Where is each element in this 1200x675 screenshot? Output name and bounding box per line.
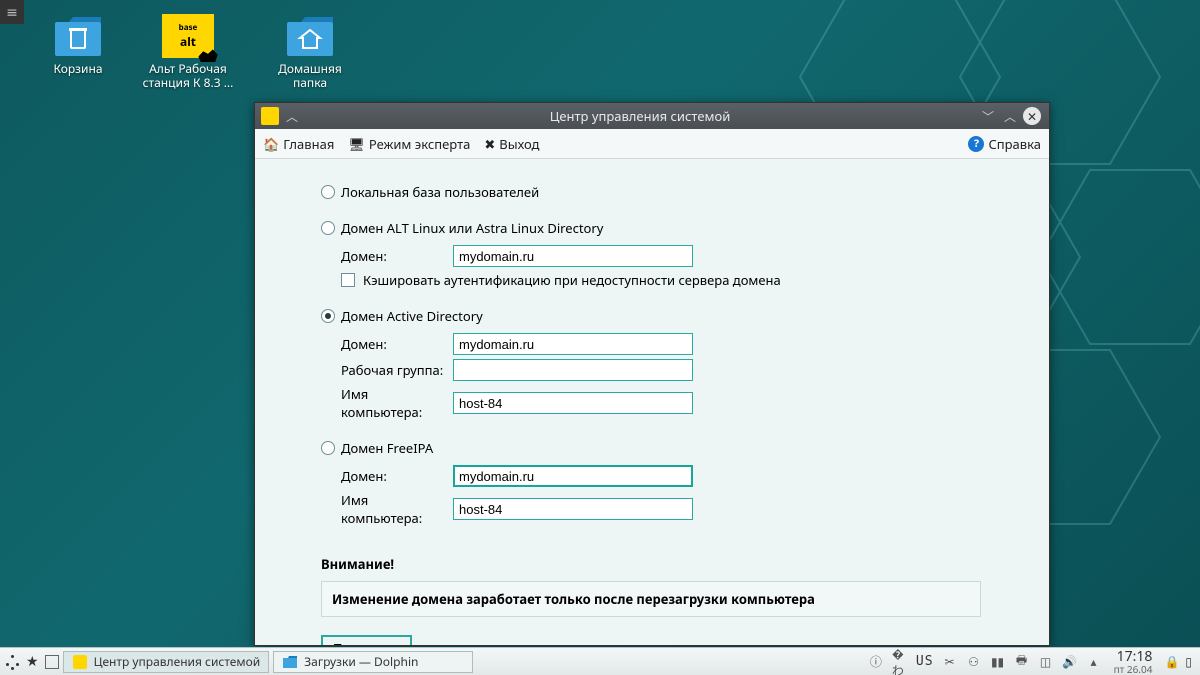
clipboard-icon[interactable]: ✂ — [942, 654, 958, 670]
clock-date: пт 26.04 — [1114, 664, 1153, 674]
radio-altlinux[interactable] — [321, 221, 335, 235]
trash-icon — [52, 14, 104, 58]
toolbar: 🏠 Главная 🖥 Режим эксперта ✖ Выход ? Спр… — [255, 129, 1049, 159]
tray-expand-icon[interactable]: ▴ — [1086, 654, 1102, 670]
monitor-icon: 🖥 — [348, 135, 365, 153]
apply-button[interactable]: Применить — [321, 635, 412, 645]
alt-domain-label: Домен: — [341, 247, 453, 265]
app-icon — [261, 107, 279, 125]
lock-icon[interactable]: 🔒 — [1158, 653, 1185, 670]
help-icon: ? — [968, 136, 984, 152]
battery-icon[interactable]: ▮▮ — [990, 654, 1006, 670]
app-launcher-icon[interactable] — [6, 655, 20, 669]
window-title: Центр управления системой — [303, 107, 977, 125]
desktop-icon-trash[interactable]: Корзина — [28, 14, 128, 76]
ad-workgroup-label: Рабочая группа: — [341, 361, 453, 379]
toolbar-main[interactable]: 🏠 Главная — [263, 135, 334, 153]
task-dolphin[interactable]: Загрузки — Dolphin — [273, 651, 473, 673]
notice-box: Изменение домена заработает только после… — [321, 581, 981, 617]
toolbar-expert-label: Режим эксперта — [369, 135, 471, 153]
close-icon[interactable]: ✕ — [1023, 107, 1041, 125]
desktop-icon-alt[interactable]: basealt Альт Рабочая станция К 8.3 ... — [138, 14, 238, 91]
clock[interactable]: 17:18 пт 26.04 — [1108, 650, 1159, 674]
desktop-icon-home[interactable]: Домашняя папка — [260, 14, 360, 91]
printer-icon[interactable]: 🖶 — [1014, 654, 1030, 670]
peek-desktop[interactable]: ▯ — [1185, 653, 1200, 670]
ad-host-label: Имя компьютера: — [341, 385, 453, 421]
maximize-icon[interactable]: ︿ — [1001, 107, 1019, 125]
radio-freeipa-label: Домен FreeIPA — [341, 439, 433, 457]
trash-label: Корзина — [53, 62, 102, 76]
show-desktop-icon[interactable] — [45, 655, 59, 669]
task-control-center-label: Центр управления системой — [94, 653, 261, 670]
toolbar-exit-label: Выход — [499, 135, 539, 153]
task-control-center[interactable]: Центр управления системой — [63, 651, 270, 673]
alt-label: Альт Рабочая станция К 8.3 ... — [138, 62, 238, 91]
radio-local[interactable] — [321, 185, 335, 199]
home-folder-icon — [284, 14, 336, 58]
ipa-host-label: Имя компьютера: — [341, 491, 453, 527]
system-tray: ⓘ �わ US ✂ ⚇ ▮▮ 🖶 ◫ 🔊 ▴ — [862, 654, 1108, 670]
keyboard-layout[interactable]: US — [916, 654, 934, 669]
favorites-icon[interactable]: ★ — [26, 652, 39, 671]
info-icon[interactable]: ⓘ — [868, 654, 884, 670]
ad-domain-input[interactable] — [453, 333, 693, 355]
attention-label: Внимание! — [321, 555, 1021, 573]
toolbar-help-label: Справка — [988, 135, 1041, 153]
shade-up-icon[interactable]: ︿ — [283, 107, 301, 125]
taskbar: ★ Центр управления системой Загрузки — D… — [0, 647, 1200, 675]
alt-logo-icon: basealt — [162, 14, 214, 58]
home-label: Домашняя папка — [260, 62, 360, 91]
usb-icon[interactable]: �わ — [892, 654, 908, 670]
desktop: ≡ Корзина basealt Альт Рабочая станция К… — [0, 0, 1200, 675]
radio-local-label: Локальная база пользователей — [341, 183, 539, 201]
ad-host-input[interactable] — [453, 392, 693, 414]
ipa-domain-input[interactable] — [453, 465, 693, 487]
ipa-domain-label: Домен: — [341, 467, 453, 485]
home-icon: 🏠 — [263, 135, 279, 153]
toolbar-main-label: Главная — [283, 135, 334, 153]
minimize-icon[interactable]: ﹀ — [979, 107, 997, 125]
panel-menu-button[interactable]: ≡ — [0, 0, 24, 24]
task-dolphin-label: Загрузки — Dolphin — [304, 653, 418, 670]
radio-altlinux-label: Домен ALT Linux или Astra Linux Director… — [341, 219, 603, 237]
folder-icon — [282, 654, 298, 670]
exit-icon: ✖ — [484, 135, 495, 153]
updates-icon[interactable]: ◫ — [1038, 654, 1054, 670]
content-area: Локальная база пользователей Домен ALT L… — [255, 159, 1049, 645]
toolbar-expert[interactable]: 🖥 Режим эксперта — [348, 135, 470, 153]
task-app-icon — [72, 654, 88, 670]
network-icon[interactable]: ⚇ — [966, 654, 982, 670]
cache-auth-label: Кэшировать аутентификацию при недоступно… — [363, 271, 781, 289]
toolbar-help[interactable]: ? Справка — [968, 135, 1041, 153]
volume-icon[interactable]: 🔊 — [1062, 654, 1078, 670]
ad-workgroup-input[interactable] — [453, 359, 693, 381]
cache-auth-checkbox[interactable] — [341, 273, 355, 287]
radio-freeipa[interactable] — [321, 441, 335, 455]
control-center-window: ︿ Центр управления системой ﹀ ︿ ✕ 🏠 Глав… — [254, 102, 1050, 646]
ad-domain-label: Домен: — [341, 335, 453, 353]
toolbar-exit[interactable]: ✖ Выход — [484, 135, 539, 153]
ipa-host-input[interactable] — [453, 498, 693, 520]
titlebar[interactable]: ︿ Центр управления системой ﹀ ︿ ✕ — [255, 103, 1049, 129]
radio-ad-label: Домен Active Directory — [341, 307, 483, 325]
alt-domain-input[interactable] — [453, 245, 693, 267]
radio-ad[interactable] — [321, 309, 335, 323]
